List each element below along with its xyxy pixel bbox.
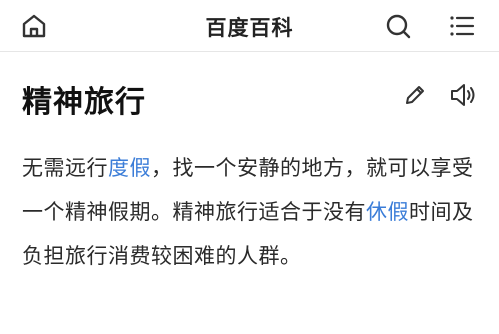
edit-button[interactable] — [400, 80, 430, 110]
voice-read-button[interactable] — [448, 80, 480, 110]
search-icon — [386, 14, 411, 39]
link-vacation[interactable]: 度假 — [108, 156, 151, 180]
top-navigation-bar: 百度百科 — [0, 0, 499, 52]
search-button[interactable] — [382, 10, 414, 42]
menu-icon — [450, 16, 475, 36]
entry-title: 精神旅行 — [22, 85, 146, 120]
speaker-icon — [451, 84, 475, 106]
site-title[interactable]: 百度百科 — [0, 12, 499, 42]
menu-button[interactable] — [446, 10, 478, 42]
entry-summary: 无需远行度假，找一个安静的地方，就可以享受一个精神假期。精神旅行适合于没有休假时… — [22, 146, 482, 278]
pencil-icon — [406, 86, 424, 104]
entry-header: 精神旅行 — [0, 52, 499, 136]
link-leave[interactable]: 休假 — [366, 200, 409, 224]
summary-text: 无需远行 — [22, 156, 108, 180]
